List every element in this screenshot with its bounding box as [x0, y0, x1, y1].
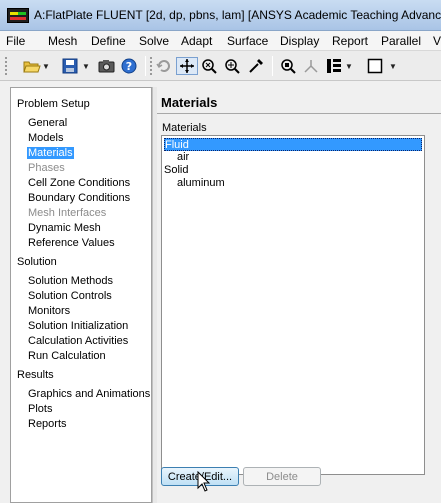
ruler-icon[interactable]	[302, 57, 320, 75]
nav-header-solution: Solution	[17, 256, 57, 268]
open-dropdown-icon[interactable]: ▼	[42, 57, 50, 75]
rotate-icon[interactable]	[155, 57, 173, 75]
toolbar-grip[interactable]	[150, 57, 153, 75]
nav-item-materials[interactable]: Materials	[27, 147, 74, 159]
window-icon[interactable]	[366, 57, 384, 75]
help-icon[interactable]: ?	[120, 57, 138, 75]
nav-item-monitors[interactable]: Monitors	[27, 305, 71, 317]
menu-parallel[interactable]: Parallel	[381, 34, 421, 48]
list-item-air[interactable]: air	[177, 151, 377, 164]
camera-icon[interactable]	[97, 57, 115, 75]
list-item-solid[interactable]: Solid	[164, 164, 422, 177]
nav-item-reports[interactable]: Reports	[27, 418, 68, 430]
navigation-pane: Problem Setup General Models Materials P…	[10, 87, 152, 503]
menu-surface[interactable]: Surface	[227, 34, 268, 48]
title-divider	[157, 113, 441, 114]
materials-task-page: Materials Materials Fluid air Solid alum…	[157, 87, 441, 503]
nav-item-calculation-activities[interactable]: Calculation Activities	[27, 335, 129, 347]
nav-item-solution-methods[interactable]: Solution Methods	[27, 275, 114, 287]
toolbar-grip[interactable]	[5, 57, 8, 75]
nav-item-boundary-conditions[interactable]: Boundary Conditions	[27, 192, 131, 204]
title-bar: A:FlatPlate FLUENT [2d, dp, pbns, lam] […	[0, 0, 441, 31]
nav-item-general[interactable]: General	[27, 117, 68, 129]
menu-bar: File Mesh Define Solve Adapt Surface Dis…	[0, 31, 441, 51]
toolbar: ▼ ▼ ? ▼ ▼	[0, 51, 441, 81]
menu-adapt[interactable]: Adapt	[181, 34, 212, 48]
zoom-icon[interactable]	[200, 57, 218, 75]
mouse-cursor-icon	[197, 471, 211, 492]
toolbar-separator	[145, 56, 146, 76]
nav-item-dynamic-mesh[interactable]: Dynamic Mesh	[27, 222, 102, 234]
nav-item-mesh-interfaces: Mesh Interfaces	[28, 207, 107, 219]
list-item-fluid[interactable]: Fluid	[164, 138, 422, 151]
menu-mesh[interactable]: Mesh	[48, 34, 77, 48]
nav-item-reference-values[interactable]: Reference Values	[27, 237, 116, 249]
menu-display[interactable]: Display	[280, 34, 319, 48]
delete-button: Delete	[243, 467, 321, 486]
menu-define[interactable]: Define	[91, 34, 126, 48]
page-title: Materials	[161, 95, 218, 110]
zoom-fit-icon[interactable]	[279, 57, 297, 75]
probe-icon[interactable]	[247, 57, 265, 75]
menu-report[interactable]: Report	[332, 34, 368, 48]
nav-item-models[interactable]: Models	[27, 132, 64, 144]
nav-item-graphics-and-animations[interactable]: Graphics and Animations	[27, 388, 151, 400]
nav-item-solution-initialization[interactable]: Solution Initialization	[27, 320, 129, 332]
toolbar-separator	[272, 56, 273, 76]
svg-text:?: ?	[126, 60, 132, 73]
open-file-icon[interactable]	[22, 57, 42, 75]
nav-item-run-calculation[interactable]: Run Calculation	[27, 350, 107, 362]
layout-icon[interactable]	[325, 57, 343, 75]
nav-header-results: Results	[17, 369, 54, 381]
fluent-app-icon[interactable]	[7, 8, 29, 23]
menu-view[interactable]: View	[433, 34, 441, 48]
list-item-aluminum[interactable]: aluminum	[177, 177, 377, 190]
materials-list-label: Materials	[162, 122, 207, 134]
menu-file[interactable]: File	[6, 34, 25, 48]
save-dropdown-icon[interactable]: ▼	[82, 57, 90, 75]
menu-solve[interactable]: Solve	[139, 34, 169, 48]
save-icon[interactable]	[61, 57, 79, 75]
nav-item-solution-controls[interactable]: Solution Controls	[27, 290, 113, 302]
nav-item-plots[interactable]: Plots	[27, 403, 53, 415]
layout-dropdown-icon[interactable]: ▼	[345, 57, 353, 75]
nav-header-problem-setup: Problem Setup	[17, 98, 90, 110]
nav-item-cell-zone-conditions[interactable]: Cell Zone Conditions	[27, 177, 131, 189]
zoom-in-icon[interactable]	[223, 57, 241, 75]
window-title: A:FlatPlate FLUENT [2d, dp, pbns, lam] […	[34, 8, 441, 22]
window-dropdown-icon[interactable]: ▼	[389, 57, 397, 75]
materials-list[interactable]: Fluid air Solid aluminum	[161, 135, 425, 475]
nav-item-phases: Phases	[28, 162, 65, 174]
pan-icon[interactable]	[176, 57, 198, 75]
